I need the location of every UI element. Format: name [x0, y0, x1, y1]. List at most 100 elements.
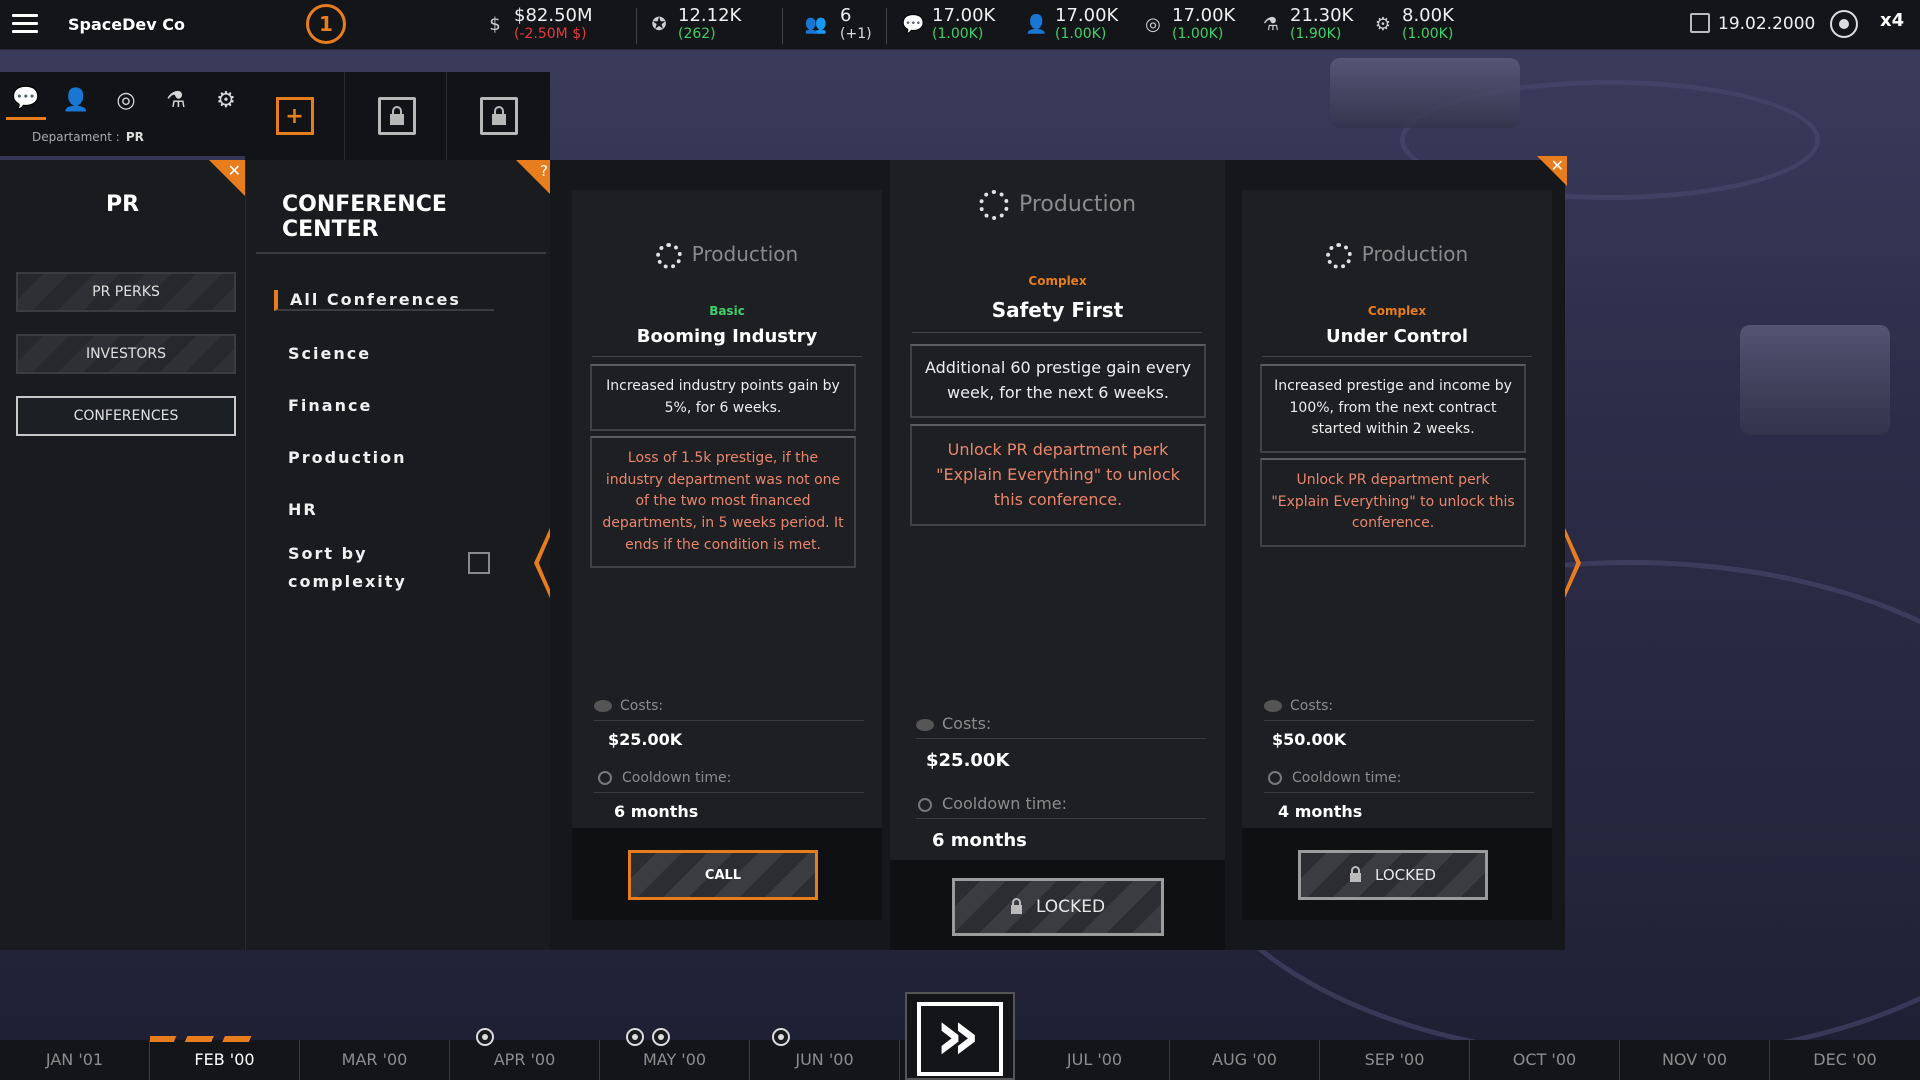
- timeline-event-icon[interactable]: [626, 1028, 644, 1046]
- conference-card: Production Complex Safety First Addition…: [890, 160, 1225, 950]
- hire-pr-employee-button[interactable]: +: [245, 72, 345, 160]
- coins-icon: [594, 700, 612, 712]
- resource-delta: (+1): [840, 26, 872, 42]
- divider: [782, 8, 783, 44]
- timeline-month[interactable]: MAR '00: [300, 1040, 450, 1080]
- timeline-month[interactable]: JUN '00: [750, 1040, 900, 1080]
- costs-label-text: Costs:: [942, 714, 992, 733]
- top-bar: SpaceDev Co 1 $ $82.50M (-2.50M $) ✪ 12.1…: [0, 0, 1920, 50]
- world-building: [1740, 325, 1890, 435]
- timeline-month[interactable]: MAY '00: [600, 1040, 750, 1080]
- card-category: Production: [1242, 242, 1552, 269]
- resource-production-points[interactable]: ⚙ 8.00K (1.00K): [1372, 6, 1454, 43]
- coins-icon: ◎: [116, 87, 136, 113]
- locked-conference-button[interactable]: LOCKED: [1298, 850, 1488, 900]
- card-category-label: Production: [1361, 242, 1469, 266]
- menu-icon[interactable]: [12, 14, 38, 36]
- resource-money[interactable]: $ $82.50M (-2.50M $): [484, 6, 592, 43]
- call-conference-button[interactable]: CALL: [628, 850, 818, 900]
- divider: [1262, 356, 1532, 357]
- timeline-month[interactable]: JAN '01: [0, 1040, 150, 1080]
- skip-time-button[interactable]: [905, 992, 1015, 1080]
- filter-science[interactable]: Science: [288, 344, 371, 363]
- hr-department-tab[interactable]: 👤: [56, 80, 96, 120]
- flask-icon: ⚗: [166, 87, 186, 113]
- hr-points-icon: 👤: [1025, 14, 1048, 35]
- world-building: [1330, 58, 1520, 128]
- gear-icon: ⚙: [216, 87, 236, 113]
- card-complexity: Basic: [709, 304, 745, 318]
- game-speed-button[interactable]: x4: [1880, 10, 1904, 31]
- resource-value: 17.00K: [1172, 5, 1236, 26]
- filter-finance[interactable]: Finance: [288, 396, 372, 415]
- target-icon[interactable]: [1830, 10, 1858, 38]
- pr-panel: ✕ PR PR PERKS INVESTORS CONFERENCES: [0, 160, 245, 950]
- timeline-month[interactable]: APR '00: [450, 1040, 600, 1080]
- close-button[interactable]: ✕: [209, 160, 245, 196]
- card-cost: $25.00K: [608, 730, 683, 749]
- filter-production[interactable]: Production: [288, 448, 406, 467]
- department-label: Departament : PR: [32, 130, 144, 144]
- resource-hr-points[interactable]: 👤 17.00K (1.00K): [1025, 6, 1118, 43]
- money-icon: $: [489, 14, 501, 35]
- coins-icon: [916, 718, 934, 731]
- close-button[interactable]: ✕: [1537, 156, 1567, 186]
- filter-hr[interactable]: HR: [288, 500, 318, 519]
- card-complexity: Complex: [1028, 274, 1087, 288]
- timeline-month[interactable]: AUG '00: [1170, 1040, 1320, 1080]
- pr-perks-button[interactable]: PR PERKS: [16, 272, 236, 312]
- resource-delta: (262): [678, 26, 716, 42]
- divider: [1264, 792, 1534, 793]
- locked-slot-button[interactable]: [347, 72, 447, 160]
- close-icon: ✕: [1550, 156, 1564, 175]
- prestige-icon: ✪: [651, 14, 667, 35]
- company-name: SpaceDev Co: [68, 15, 185, 34]
- timeline-event-icon[interactable]: [772, 1028, 790, 1046]
- timeline-event-icon[interactable]: [476, 1028, 494, 1046]
- locked-slot-button[interactable]: [449, 72, 549, 160]
- cooldown-label: Cooldown time:: [918, 794, 1067, 813]
- sort-by-complexity-checkbox[interactable]: [468, 552, 490, 574]
- filter-all-conferences[interactable]: All Conferences: [274, 290, 494, 311]
- science-department-tab[interactable]: ⚗: [156, 80, 196, 120]
- divider: [1264, 720, 1534, 721]
- pr-department-tab[interactable]: 💬: [6, 80, 46, 120]
- resource-science-points[interactable]: ⚗ 21.30K (1.90K): [1260, 6, 1353, 43]
- timeline-month[interactable]: SEP '00: [1320, 1040, 1470, 1080]
- card-complexity: Complex: [1367, 304, 1427, 318]
- costs-label-text: Costs:: [620, 698, 664, 714]
- investors-button[interactable]: INVESTORS: [16, 334, 236, 374]
- card-condition: Loss of 1.5k prestige, if the industry d…: [590, 436, 856, 569]
- resource-employees[interactable]: 👥 6 (+1): [800, 5, 872, 43]
- resource-delta: (1.00K): [932, 26, 984, 42]
- card-name: Safety First: [991, 298, 1124, 322]
- timeline-month[interactable]: NOV '00: [1620, 1040, 1770, 1080]
- divider: [594, 720, 864, 721]
- production-points-icon: ⚙: [1374, 14, 1392, 35]
- resource-delta: (1.00K): [1402, 26, 1454, 42]
- conferences-button[interactable]: CONFERENCES: [16, 396, 236, 436]
- resource-finance-points[interactable]: ◎ 17.00K (1.00K): [1142, 5, 1236, 43]
- locked-conference-button[interactable]: LOCKED: [952, 878, 1164, 936]
- conference-card: Production Complex Under Control Increas…: [1242, 190, 1552, 920]
- calendar-icon: [1690, 13, 1710, 33]
- production-department-tab[interactable]: ⚙: [206, 80, 246, 120]
- lock-icon: [377, 97, 416, 135]
- timeline-month[interactable]: JUL '00: [1020, 1040, 1170, 1080]
- timeline-month-current[interactable]: FEB '00: [150, 1036, 300, 1080]
- clock-icon: [1268, 771, 1282, 785]
- timeline-month[interactable]: OCT '00: [1470, 1040, 1620, 1080]
- divider: [594, 792, 864, 793]
- timeline-event-icon[interactable]: [652, 1028, 670, 1046]
- card-category: Production: [572, 242, 882, 269]
- card-name: Booming Industry: [636, 326, 818, 347]
- resource-prestige[interactable]: ✪ 12.12K (262): [648, 6, 741, 43]
- timeline-month[interactable]: DEC '00: [1770, 1040, 1920, 1080]
- resource-value: 6: [840, 5, 852, 26]
- cooldown-label: Cooldown time:: [1268, 770, 1401, 786]
- level-badge[interactable]: 1: [306, 4, 346, 44]
- finance-department-tab[interactable]: ◎: [106, 80, 146, 120]
- card-effect: Additional 60 prestige gain every week, …: [910, 344, 1206, 418]
- resource-pr-points[interactable]: 💬 17.00K (1.00K): [902, 6, 995, 43]
- gear-icon: [655, 242, 682, 269]
